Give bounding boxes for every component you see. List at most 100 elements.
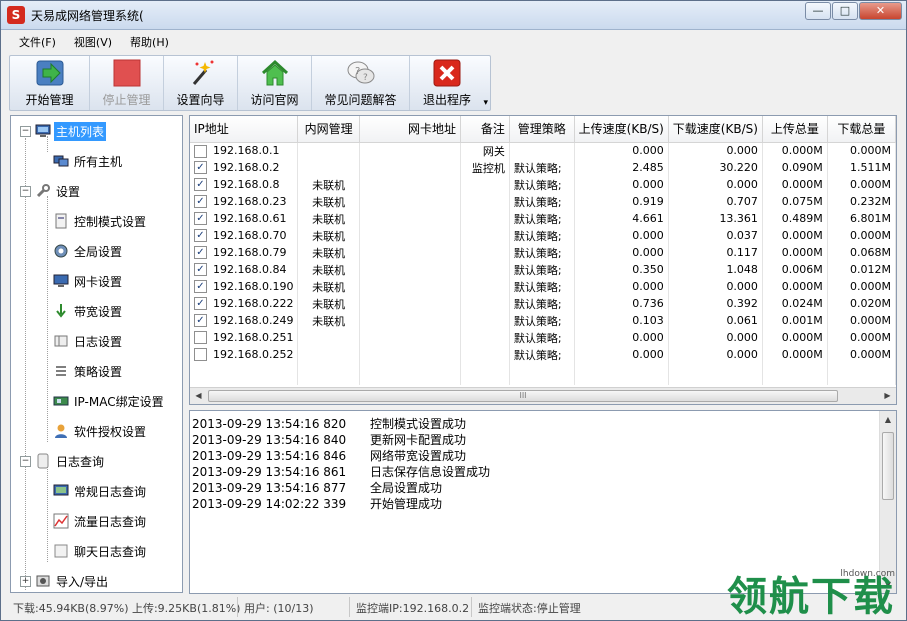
faq-button[interactable]: ?? 常见问题解答: [312, 56, 410, 110]
scroll-thumb[interactable]: III: [208, 390, 838, 402]
row-checkbox[interactable]: [194, 144, 207, 158]
table-cell: [460, 176, 510, 193]
table-cell: 0.000: [574, 346, 669, 363]
watermark: lhdown.com 领航下载: [723, 561, 903, 619]
tree-node-license[interactable]: 软件授权设置: [53, 420, 148, 442]
table-cell: 0.000: [574, 329, 669, 346]
column-header-ip[interactable]: IP地址: [190, 116, 299, 143]
table-cell: [297, 142, 360, 159]
table-cell: 未联机: [297, 193, 360, 210]
table-cell: 0.103: [574, 312, 669, 329]
tree-node-ip-mac[interactable]: IP-MAC绑定设置: [53, 390, 166, 412]
tree-node-all-hosts[interactable]: 所有主机: [53, 150, 124, 172]
table-row[interactable]: ✓ 192.168.0.84 未联机 默认策略; 0.350 1.048 0.006M 0.0…: [190, 261, 896, 278]
row-checkbox[interactable]: ✓: [194, 212, 207, 226]
row-checkbox[interactable]: ✓: [194, 297, 207, 311]
column-header-mac[interactable]: 网卡地址: [359, 116, 461, 143]
row-checkbox[interactable]: ✓: [194, 246, 207, 260]
table-cell: 0.020M: [827, 295, 896, 312]
table-cell: 0.000M: [762, 346, 828, 363]
stop-manage-button[interactable]: 停止管理: [90, 56, 164, 110]
row-checkbox[interactable]: ✓: [194, 263, 207, 277]
tree-node-nic-settings[interactable]: 网卡设置: [53, 270, 124, 292]
table-cell: 0.489M: [762, 210, 828, 227]
row-checkbox[interactable]: [194, 348, 207, 362]
table-row[interactable]: ✓ 192.168.0.190 未联机 默认策略; 0.000 0.000 0.000M 0.…: [190, 278, 896, 295]
table-cell: 0.001M: [762, 312, 828, 329]
table-cell: 0.000M: [762, 244, 828, 261]
setup-wizard-button[interactable]: 设置向导: [164, 56, 238, 110]
svg-text:?: ?: [355, 66, 360, 77]
row-checkbox[interactable]: ✓: [194, 280, 207, 294]
menu-file[interactable]: 文件(F): [9, 33, 64, 53]
setup-wizard-label: 设置向导: [176, 93, 225, 107]
row-checkbox[interactable]: [194, 331, 207, 345]
row-checkbox[interactable]: ✓: [194, 178, 207, 192]
tree-node-bandwidth[interactable]: 带宽设置: [53, 300, 124, 322]
column-header-policy[interactable]: 管理策略: [509, 116, 575, 143]
tree-label: 带宽设置: [74, 304, 123, 319]
table-row[interactable]: ✓ 192.168.0.23 未联机 默认策略; 0.919 0.707 0.075M 0.2…: [190, 193, 896, 210]
table-row[interactable]: ✓ 192.168.0.222 未联机 默认策略; 0.736 0.392 0.024M 0.…: [190, 295, 896, 312]
table-cell: 192.168.0.1: [190, 142, 299, 159]
table-row[interactable]: 192.168.0.251 默认策略; 0.000 0.000 0.000M 0.000M: [190, 329, 896, 346]
scroll-left-icon[interactable]: ◀: [190, 388, 207, 404]
table-cell: [359, 295, 461, 312]
table-row[interactable]: ✓ 192.168.0.8 未联机 默认策略; 0.000 0.000 0.000M 0.00…: [190, 176, 896, 193]
tree-node-chat-log[interactable]: 聊天日志查询: [53, 540, 148, 562]
tree-node-host-list[interactable]: − 主机列表: [20, 120, 107, 142]
collapse-toggle-icon[interactable]: −: [20, 125, 31, 137]
table-row[interactable]: ✓ 192.168.0.61 未联机 默认策略; 4.661 13.361 0.489M 6.…: [190, 210, 896, 227]
expand-toggle-icon[interactable]: +: [20, 575, 31, 587]
exit-button[interactable]: 退出程序: [410, 56, 484, 110]
column-header-download-speed[interactable]: 下载速度(KB/S): [668, 116, 763, 143]
table-row[interactable]: ✓ 192.168.0.70 未联机 默认策略; 0.000 0.037 0.000M 0.0…: [190, 227, 896, 244]
menu-view[interactable]: 视图(V): [64, 33, 120, 53]
log-time: 2013-09-29 13:54:16 861: [192, 465, 347, 479]
table-cell: 0.736: [574, 295, 669, 312]
collapse-toggle-icon[interactable]: −: [20, 185, 31, 197]
table-row[interactable]: ✓ 192.168.0.2 监控机 默认策略; 2.485 30.220 0.090M 1.5…: [190, 159, 896, 176]
ip-address: 192.168.0.8: [213, 177, 280, 191]
table-cell: 0.000M: [762, 142, 828, 159]
table-cell: 0.000: [668, 329, 763, 346]
tree-node-control-mode[interactable]: 控制模式设置: [53, 210, 148, 232]
table-row[interactable]: ✓ 192.168.0.79 未联机 默认策略; 0.000 0.117 0.000M 0.0…: [190, 244, 896, 261]
row-checkbox[interactable]: ✓: [194, 229, 207, 243]
table-row[interactable]: 192.168.0.1 网关 0.000 0.000 0.000M 0.000M: [190, 142, 896, 159]
row-checkbox[interactable]: ✓: [194, 161, 207, 175]
visit-site-button[interactable]: 访问官网: [238, 56, 312, 110]
row-checkbox[interactable]: ✓: [194, 314, 207, 328]
scroll-right-icon[interactable]: ▶: [879, 388, 896, 404]
tree-node-import-export[interactable]: + 导入/导出: [20, 570, 110, 592]
column-header-upload-speed[interactable]: 上传速度(KB/S): [574, 116, 669, 143]
column-header-lan-manage[interactable]: 内网管理: [297, 116, 360, 143]
minimize-button[interactable]: —: [805, 2, 831, 20]
horizontal-scrollbar[interactable]: ◀ III ▶: [190, 387, 896, 404]
chat-log-icon: [53, 543, 69, 559]
maximize-button[interactable]: □: [832, 2, 858, 20]
menu-help[interactable]: 帮助(H): [120, 33, 177, 53]
log-entry: 2013-09-29 14:02:22 339 开始管理成功: [192, 495, 442, 511]
collapse-toggle-icon[interactable]: −: [20, 455, 31, 467]
tree-node-traffic-log[interactable]: 流量日志查询: [53, 510, 148, 532]
tree-node-global-settings[interactable]: 全局设置: [53, 240, 124, 262]
tree-node-log-settings[interactable]: 日志设置: [53, 330, 124, 352]
start-manage-button[interactable]: 开始管理: [10, 56, 90, 110]
column-header-upload-total[interactable]: 上传总量: [762, 116, 828, 143]
title-bar[interactable]: S 天易成网络管理系统( — □ ✕: [1, 1, 906, 30]
column-header-download-total[interactable]: 下载总量: [827, 116, 896, 143]
tree-node-policy[interactable]: 策略设置: [53, 360, 124, 382]
table-row[interactable]: 192.168.0.252 默认策略; 0.000 0.000 0.000M 0.000M: [190, 346, 896, 363]
toolbar-overflow-icon[interactable]: ▾: [483, 98, 488, 108]
log-time: 2013-09-29 13:54:16 877: [192, 481, 347, 495]
tree-node-settings[interactable]: − 设置: [20, 180, 82, 202]
scroll-thumb[interactable]: [882, 432, 894, 500]
column-header-note[interactable]: 备注: [460, 116, 510, 143]
row-checkbox[interactable]: ✓: [194, 195, 207, 209]
close-button[interactable]: ✕: [859, 2, 902, 20]
table-row[interactable]: ✓ 192.168.0.249 未联机 默认策略; 0.103 0.061 0.001M 0.…: [190, 312, 896, 329]
tree-node-log-query[interactable]: − 日志查询: [20, 450, 106, 472]
scroll-up-icon[interactable]: ▲: [880, 411, 896, 428]
tree-node-normal-log[interactable]: 常规日志查询: [53, 480, 148, 502]
